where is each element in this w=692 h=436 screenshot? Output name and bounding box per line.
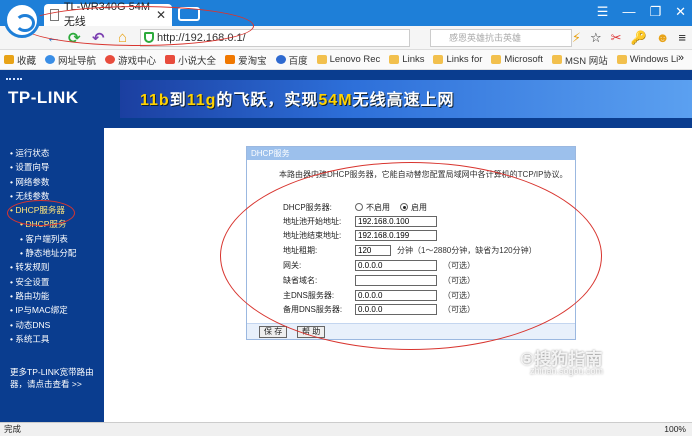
paw-icon <box>275 55 286 64</box>
key-icon[interactable]: 🔑 <box>631 30 647 46</box>
bookmark-folder[interactable]: Links <box>389 54 424 65</box>
globe-icon <box>45 55 56 64</box>
restore-icon[interactable]: ❐ <box>649 4 661 20</box>
zoom-level[interactable]: 100% <box>664 423 686 436</box>
panel-title: DHCP服务 <box>247 147 575 160</box>
status-text: 完成 <box>4 424 22 434</box>
folder-icon <box>433 55 444 64</box>
menu-icon[interactable]: ☰ <box>597 4 609 20</box>
menu-item-client-list[interactable]: • 客户端列表 <box>0 232 104 246</box>
scissors-icon[interactable]: ✂ <box>611 30 622 46</box>
save-button[interactable]: 保 存 <box>259 326 288 338</box>
router-banner: TP-LINK 11b到11g的飞跃，实现54M无线高速上网 <box>0 70 692 128</box>
window-controls: ☰ — ❐ ✕ <box>597 4 686 20</box>
shop-icon <box>225 55 236 64</box>
star-icon <box>4 55 14 64</box>
menu-item-static-address[interactable]: • 静态地址分配 <box>0 246 104 260</box>
menu-item-routing[interactable]: • 路由功能 <box>0 289 104 303</box>
game-icon <box>105 55 116 64</box>
annotation-ellipse-tab <box>22 6 254 46</box>
bookmark-item[interactable]: 小说大全 <box>165 53 216 67</box>
minimize-icon[interactable]: — <box>622 4 635 20</box>
bookmarks-more-icon[interactable]: » <box>678 52 684 64</box>
folder-icon <box>316 55 327 64</box>
more-menu-icon[interactable]: ≡ <box>678 30 686 46</box>
bookmark-item[interactable]: 网址导航 <box>45 53 96 67</box>
bookmark-item[interactable]: 爱淘宝 <box>225 53 267 67</box>
star-icon[interactable]: ☆ <box>590 30 602 46</box>
bookmark-item[interactable]: 游戏中心 <box>105 53 156 67</box>
menu-item-security[interactable]: • 安全设置 <box>0 275 104 289</box>
toolbar-icons: ⚡ ☆ ✂ 🔑 ☻ ≡ <box>572 30 686 46</box>
smile-icon[interactable]: ☻ <box>656 30 670 46</box>
menu-item-ip-mac[interactable]: • IP与MAC绑定 <box>0 303 104 317</box>
folder-icon <box>551 55 562 64</box>
menu-item-status[interactable]: • 运行状态 <box>0 146 104 160</box>
router-sidebar: • 运行状态 • 设置向导 • 网络参数 • 无线参数 • DHCP服务器 • … <box>0 128 104 422</box>
search-input[interactable]: 感恩英雄抗击英雄 <box>430 29 572 47</box>
bookmark-folder[interactable]: Links for <box>433 54 482 65</box>
browser-logo-icon[interactable] <box>4 2 40 38</box>
status-bar: 完成 100% <box>0 422 692 436</box>
tp-link-logo: TP-LINK <box>6 78 79 108</box>
folder-icon <box>616 55 627 64</box>
more-products-link[interactable]: 更多TP-LINK宽带路由 器，请点击查看 >> <box>0 366 104 390</box>
folder-icon <box>389 55 400 64</box>
banner-slogan: 11b到11g的飞跃，实现54M无线高速上网 <box>140 92 455 109</box>
lightning-icon[interactable]: ⚡ <box>572 30 581 46</box>
close-window-icon[interactable]: ✕ <box>675 4 686 20</box>
bookmark-folder[interactable]: MSN 网站 <box>551 53 608 67</box>
menu-item-wizard[interactable]: • 设置向导 <box>0 160 104 174</box>
menu-item-network[interactable]: • 网络参数 <box>0 175 104 189</box>
folder-icon <box>491 55 502 64</box>
menu-item-ddns[interactable]: • 动态DNS <box>0 318 104 332</box>
annotation-ellipse-menu <box>7 200 75 226</box>
bookmark-folder[interactable]: Windows Li <box>616 54 678 65</box>
bookmark-item[interactable]: 百度 <box>275 53 308 67</box>
book-icon <box>165 55 176 64</box>
bookmark-item[interactable]: 收藏 <box>4 53 36 67</box>
watermark-url: zhinan.sogou.com <box>530 366 604 376</box>
annotation-ellipse-form <box>220 162 602 350</box>
bookmark-folder[interactable]: Lenovo Rec <box>316 54 380 65</box>
menu-item-system-tools[interactable]: • 系统工具 <box>0 332 104 346</box>
bookmarks-bar: 收藏 网址导航 游戏中心 小说大全 爱淘宝 百度 Lenovo Rec Link… <box>0 50 692 70</box>
bookmark-folder[interactable]: Microsoft <box>491 54 543 65</box>
menu-item-forwarding[interactable]: • 转发规则 <box>0 260 104 274</box>
